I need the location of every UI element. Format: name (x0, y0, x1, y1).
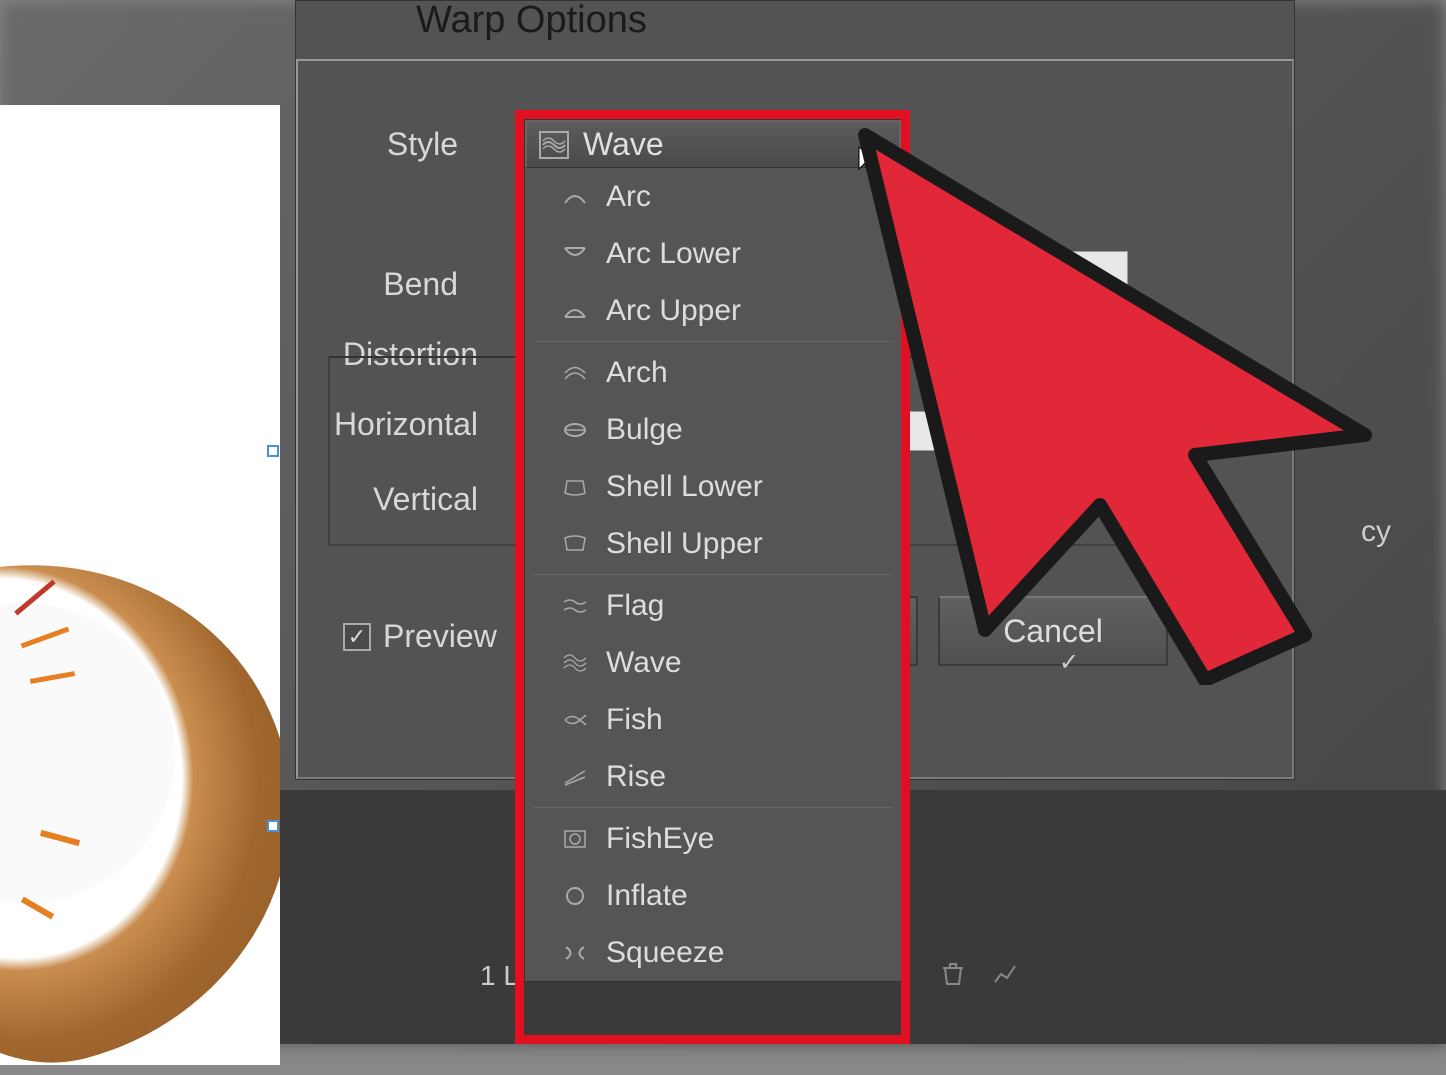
dropdown-item-arc-lower[interactable]: Arc Lower (525, 225, 901, 282)
dropdown-item-bulge[interactable]: Bulge (525, 401, 901, 458)
dropdown-item-fish[interactable]: Fish (525, 691, 901, 748)
dropdown-item-label: Arc (606, 180, 651, 214)
preview-checkbox[interactable]: ✓ (343, 623, 371, 651)
dropdown-item-label: Rise (606, 760, 666, 794)
dropdown-item-wave[interactable]: Wave (525, 634, 901, 691)
dropdown-item-label: Shell Lower (606, 470, 763, 504)
selection-handle[interactable] (267, 820, 279, 832)
dropdown-item-fisheye[interactable]: FishEye (525, 810, 901, 867)
squeeze-icon (560, 940, 590, 966)
dropdown-item-rise[interactable]: Rise (525, 748, 901, 805)
flag-icon (560, 593, 590, 619)
wave-icon (560, 650, 590, 676)
canvas-area[interactable] (0, 105, 280, 1065)
style-dropdown[interactable]: Wave ▾ Arc Arc Lower Arc Upper Arch Bulg… (524, 119, 902, 982)
dropdown-item-label: Arc Lower (606, 237, 741, 271)
dropdown-item-squeeze[interactable]: Squeeze (525, 924, 901, 981)
preview-label: Preview (383, 618, 497, 655)
bend-label: Bend (358, 266, 458, 303)
dropdown-item-arch[interactable]: Arch (525, 344, 901, 401)
cancel-button[interactable]: Cancel (938, 596, 1168, 666)
dropdown-item-arc[interactable]: Arc (525, 168, 901, 225)
dropdown-separator (533, 341, 893, 342)
bulge-icon (560, 417, 590, 443)
dropdown-separator (533, 807, 893, 808)
dropdown-item-label: Fish (606, 703, 663, 737)
dropdown-item-label: Arc Upper (606, 294, 741, 328)
rise-icon (560, 764, 590, 790)
partial-text-cy: cy (1361, 515, 1391, 549)
trash-icon[interactable] (939, 960, 971, 992)
dropdown-item-label: FishEye (606, 822, 714, 856)
options-icon[interactable] (991, 960, 1023, 992)
arc-icon (560, 184, 590, 210)
dropdown-item-inflate[interactable]: Inflate (525, 867, 901, 924)
dropdown-selected-row[interactable]: Wave ▾ (525, 120, 901, 168)
fish-icon (560, 707, 590, 733)
dropdown-item-shell-lower[interactable]: Shell Lower (525, 458, 901, 515)
cursor-icon (857, 145, 877, 183)
arc-upper-icon (560, 298, 590, 324)
arch-icon (560, 360, 590, 386)
shell-lower-icon (560, 474, 590, 500)
dropdown-item-label: Bulge (606, 413, 683, 447)
preview-checkbox-row[interactable]: ✓ Preview (343, 618, 497, 655)
dropdown-separator (533, 574, 893, 575)
dropdown-item-label: Wave (606, 646, 682, 680)
artwork-clock[interactable] (0, 535, 280, 1075)
fisheye-icon (560, 826, 590, 852)
dropdown-list: Arc Arc Lower Arc Upper Arch Bulge Shell… (525, 168, 901, 981)
dropdown-item-shell-upper[interactable]: Shell Upper (525, 515, 901, 572)
dropdown-item-label: Shell Upper (606, 527, 763, 561)
selection-handle[interactable] (267, 445, 279, 457)
wave-icon (539, 131, 569, 159)
dropdown-item-flag[interactable]: Flag (525, 577, 901, 634)
dialog-title: Warp Options (416, 0, 647, 42)
dropdown-item-arc-upper[interactable]: Arc Upper (525, 282, 901, 339)
arc-lower-icon (560, 241, 590, 267)
style-label: Style (348, 126, 458, 163)
chevron-down-icon: ▾ (882, 136, 889, 153)
shell-upper-icon (560, 531, 590, 557)
dropdown-selected-text: Wave (583, 126, 664, 163)
layer-count-text: 1 L (480, 960, 519, 992)
dropdown-item-label: Flag (606, 589, 664, 623)
dropdown-item-label: Squeeze (606, 936, 724, 970)
dropdown-item-label: Inflate (606, 879, 688, 913)
dropdown-item-label: Arch (606, 356, 668, 390)
inflate-icon (560, 883, 590, 909)
